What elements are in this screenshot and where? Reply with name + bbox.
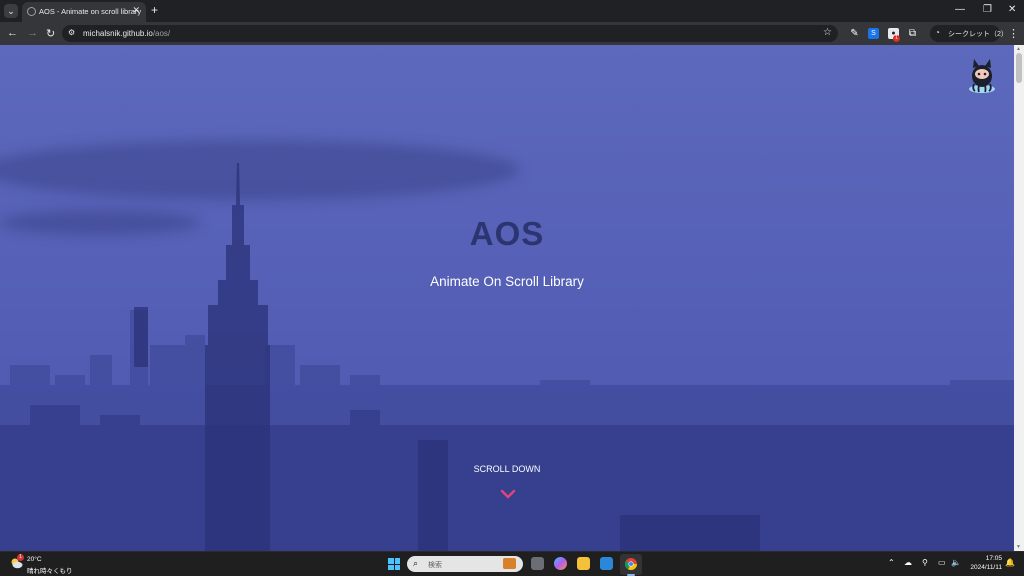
weather-temperature[interactable]: 20°C — [27, 556, 42, 563]
browser-toolbar: ← → ↻ ⚙ michalsnik.github.io/aos/ ☆ ✎ S … — [0, 22, 1024, 45]
reload-button[interactable]: ↻ — [46, 27, 55, 40]
page-scrollbar[interactable]: ▲ ▼ — [1014, 45, 1024, 551]
tab-close-icon[interactable]: ✕ — [132, 5, 140, 16]
extension-badge: 1 — [893, 35, 900, 42]
eyedropper-extension-icon[interactable]: ✎ — [849, 28, 860, 39]
minimize-button[interactable]: — — [955, 4, 965, 15]
aos-hero-section: AOS Animate On Scroll Library SCROLL DOW… — [0, 45, 1014, 551]
url-text[interactable]: michalsnik.github.io/aos/ — [83, 29, 170, 38]
incognito-label: シークレット（2） — [948, 31, 1008, 38]
file-explorer-icon[interactable] — [577, 557, 590, 570]
scroll-down-label[interactable]: SCROLL DOWN — [0, 464, 1014, 474]
site-info-icon[interactable]: ⚙ — [68, 28, 75, 37]
page-subtitle: Animate On Scroll Library — [430, 274, 584, 289]
clock-time[interactable]: 17:05 — [968, 555, 1002, 562]
incognito-icon: ◔ — [935, 28, 940, 37]
incognito-indicator[interactable]: ◔ シークレット（2） — [930, 25, 1008, 42]
microsoft-store-icon[interactable] — [600, 557, 613, 570]
clock-date[interactable]: 2024/11/11 — [962, 564, 1002, 571]
address-bar[interactable]: ⚙ michalsnik.github.io/aos/ ☆ — [62, 25, 838, 42]
close-window-button[interactable]: ✕ — [1008, 4, 1016, 15]
chrome-icon — [625, 558, 637, 570]
site-favicon-icon — [27, 7, 36, 16]
tab-title: AOS - Animate on scroll library — [39, 7, 142, 16]
scroll-down-arrow-icon[interactable]: ▼ — [1016, 544, 1021, 550]
bookmark-star-icon[interactable]: ☆ — [823, 27, 832, 38]
taskbar-search-box[interactable]: ⌕ 検索 — [407, 556, 523, 572]
windows-start-button[interactable] — [388, 558, 400, 570]
accessibility-icon[interactable]: ⚲ — [922, 558, 928, 567]
volume-icon[interactable]: 🔈 — [951, 558, 961, 567]
restore-button[interactable]: ❐ — [983, 4, 992, 15]
tray-overflow-icon[interactable]: ⌃ — [888, 558, 895, 567]
forward-button[interactable]: → — [27, 27, 38, 39]
back-button[interactable]: ← — [7, 27, 18, 39]
github-octocat-icon[interactable] — [965, 56, 999, 94]
scrollbar-thumb[interactable] — [1016, 53, 1022, 83]
search-highlight-icon — [503, 558, 516, 569]
windows-taskbar: 1 20°C 晴れ時々くもり ⌕ 検索 ⌃ ☁ ⚲ ▭ 🔈 17:05 2024… — [0, 551, 1024, 576]
city-skyline-background — [0, 163, 1014, 551]
search-icon: ⌕ — [413, 558, 419, 568]
url-host: michalsnik.github.io — [83, 29, 153, 38]
tab-strip: ⌄ AOS - Animate on scroll library ✕ + — … — [0, 0, 1024, 22]
notification-bell-icon[interactable]: 🔔 — [1005, 558, 1015, 567]
browser-menu-button[interactable]: ⋮ — [1008, 27, 1019, 40]
search-placeholder: 検索 — [428, 562, 442, 569]
weather-description[interactable]: 晴れ時々くもり — [27, 565, 73, 575]
tab-search-button[interactable]: ⌄ — [4, 4, 18, 18]
url-path: /aos/ — [152, 29, 171, 38]
browser-tab[interactable]: AOS - Animate on scroll library ✕ — [22, 2, 146, 22]
onedrive-icon[interactable]: ☁ — [904, 558, 912, 567]
copilot-icon[interactable] — [554, 557, 567, 570]
new-tab-button[interactable]: + — [151, 3, 158, 17]
task-view-icon[interactable] — [531, 557, 544, 570]
scroll-up-arrow-icon[interactable]: ▲ — [1016, 46, 1021, 52]
chevron-down-icon[interactable] — [500, 488, 516, 500]
page-title: AOS — [469, 215, 545, 252]
extensions-puzzle-icon[interactable]: ⧉ — [907, 28, 918, 39]
display-icon[interactable]: ▭ — [938, 558, 946, 567]
s-extension-icon[interactable]: S — [868, 28, 879, 39]
weather-badge: 1 — [17, 554, 24, 561]
